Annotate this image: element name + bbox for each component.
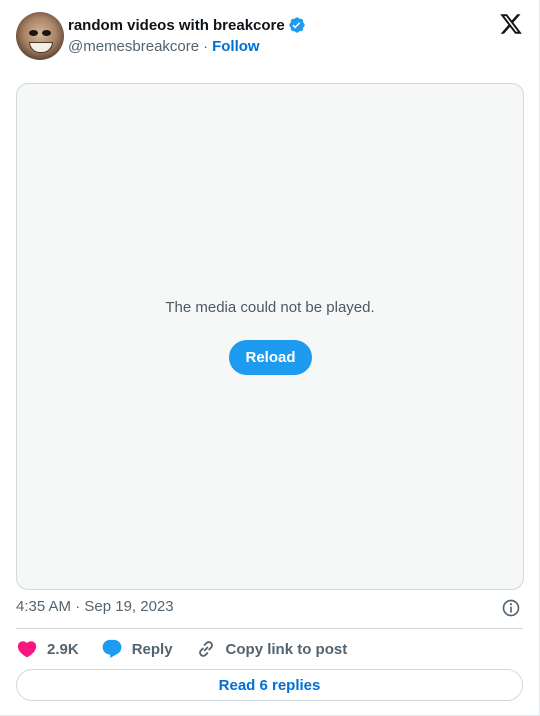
reply-bubble-icon — [102, 639, 122, 658]
copy-link-button[interactable]: Copy link to post — [195, 638, 348, 660]
like-count: 2.9K — [47, 640, 79, 658]
author-handle[interactable]: @memesbreakcore — [68, 38, 199, 55]
avatar-eye — [29, 30, 38, 36]
media-player: The media could not be played. Reload — [16, 83, 524, 590]
avatar[interactable] — [16, 12, 64, 60]
info-icon[interactable] — [501, 598, 521, 618]
like-button[interactable]: 2.9K — [16, 638, 79, 660]
author-info: random videos with breakcore @memesbreak… — [68, 15, 306, 56]
reply-button[interactable]: Reply — [101, 638, 173, 660]
copy-link-label: Copy link to post — [225, 640, 348, 658]
verified-badge-icon — [289, 17, 305, 33]
follow-link[interactable]: Follow — [212, 38, 260, 55]
avatar-eye — [42, 30, 51, 36]
link-icon — [198, 641, 213, 657]
avatar-mouth — [29, 42, 53, 53]
heart-icon — [17, 641, 37, 658]
author-display-name[interactable]: random videos with breakcore — [68, 17, 285, 34]
divider — [16, 628, 523, 629]
post-header: random videos with breakcore @memesbreak… — [16, 12, 523, 60]
reply-label: Reply — [131, 640, 173, 658]
post-timestamp[interactable]: 4:35 AM · Sep 19, 2023 — [16, 598, 174, 615]
embedded-post-card: random videos with breakcore @memesbreak… — [0, 0, 540, 716]
read-replies-button[interactable]: Read 6 replies — [16, 669, 523, 701]
reload-button[interactable]: Reload — [229, 340, 312, 375]
action-bar: 2.9K Reply Copy link to post — [16, 637, 369, 661]
media-error-message: The media could not be played. — [165, 299, 375, 316]
x-logo-icon[interactable] — [499, 12, 523, 36]
handle-separator: · — [203, 37, 209, 55]
